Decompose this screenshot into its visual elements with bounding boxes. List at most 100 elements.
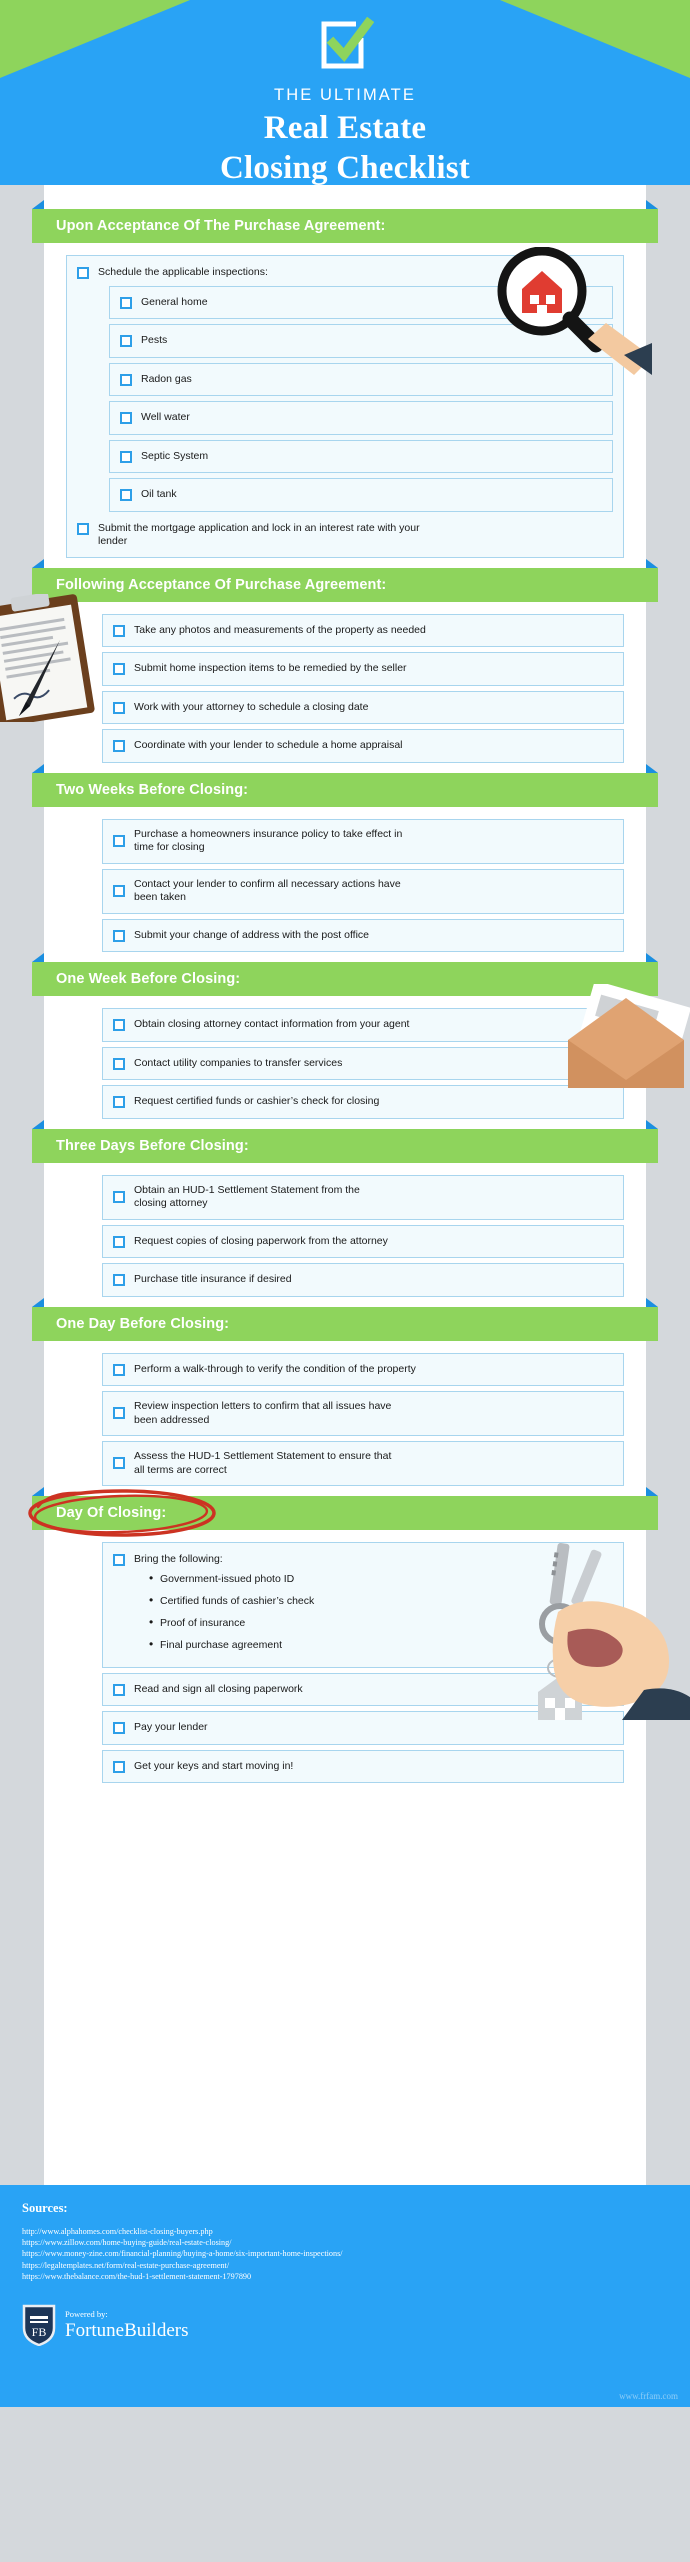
checklist-item[interactable]: Obtain an HUD-1 Settlement Statement fro… (102, 1174, 624, 1220)
checkbox-icon[interactable] (113, 1760, 125, 1773)
inspection-sub-items: General home Pests Radon gas Well water … (77, 285, 613, 512)
section-items: Obtain an HUD-1 Settlement Statement fro… (44, 1174, 646, 1297)
checklist-item[interactable]: Perform a walk-through to verify the con… (102, 1352, 624, 1386)
checkbox-icon[interactable] (113, 740, 125, 752)
checkbox-icon[interactable] (113, 1363, 125, 1376)
checklist-item[interactable]: General home (109, 285, 613, 319)
checkbox-icon[interactable] (113, 1190, 125, 1203)
header-corner-triangle-left (0, 0, 190, 78)
section-one-week: One Week Before Closing: Obtain closing … (32, 953, 690, 1119)
checklist-item-label: Take any photos and measurements of the … (134, 623, 426, 636)
checkbox-icon[interactable] (120, 489, 132, 501)
checklist-item[interactable]: Radon gas (109, 362, 613, 396)
checklist-item-label: Get your keys and start moving in! (134, 1759, 294, 1772)
checklist-item[interactable]: Take any photos and measurements of the … (102, 613, 624, 647)
checklist-item[interactable]: Read and sign all closing paperwork (102, 1672, 624, 1706)
ribbon-fold-right (646, 953, 658, 962)
checkbox-icon[interactable] (113, 1019, 125, 1031)
checklist-item[interactable]: Bring the following: (113, 1553, 613, 1567)
checklist-item[interactable]: Oil tank (109, 478, 613, 512)
checkbox-icon[interactable] (120, 296, 132, 309)
checkbox-icon[interactable] (113, 1096, 125, 1108)
checklist-item[interactable]: Get your keys and start moving in! (102, 1749, 624, 1783)
checkbox-icon[interactable] (77, 267, 89, 279)
checklist-item[interactable]: Review inspection letters to confirm tha… (102, 1391, 624, 1436)
section-items: Bring the following: Government-issued p… (44, 1542, 646, 1783)
checklist-item-label: Review inspection letters to confirm tha… (134, 1400, 392, 1426)
checkbox-icon[interactable] (113, 929, 125, 942)
checklist-item-label: Well water (141, 411, 190, 423)
checklist-item[interactable]: Septic System (109, 439, 613, 473)
checkbox-icon[interactable] (113, 1683, 125, 1696)
ribbon-fold-right (646, 1487, 658, 1496)
checkbox-icon[interactable] (77, 522, 89, 535)
checklist-card: Upon Acceptance Of The Purchase Agreemen… (0, 185, 690, 2185)
checklist-item[interactable]: Well water (109, 401, 613, 435)
checklist-item[interactable]: Request copies of closing paperwork from… (102, 1224, 624, 1258)
checklist-item[interactable]: Assess the HUD-1 Settlement Statement to… (102, 1441, 624, 1486)
checklist-item[interactable]: Coordinate with your lender to schedule … (102, 729, 624, 763)
checklist-item[interactable]: Pay your lender (102, 1711, 624, 1745)
ribbon-fold-right (646, 200, 658, 209)
checklist-item-label: Submit home inspection items to be remed… (134, 662, 407, 674)
checkbox-icon[interactable] (120, 450, 132, 463)
header-corner-triangle-right (500, 0, 690, 78)
checkbox-icon[interactable] (113, 1057, 125, 1070)
source-link[interactable]: https://www.zillow.com/home-buying-guide… (22, 2237, 668, 2248)
checklist-item[interactable]: Request certified funds or cashier’s che… (102, 1085, 624, 1119)
page-title-line2: Closing Checklist (219, 150, 470, 185)
checklist-item[interactable]: Schedule the applicable inspections: (77, 266, 613, 280)
checkbox-icon[interactable] (120, 335, 132, 347)
checklist-item-label: Purchase title insurance if desired (134, 1273, 292, 1285)
checkbox-icon[interactable] (120, 373, 132, 386)
ribbon-fold-left (32, 1487, 44, 1496)
checklist-item[interactable]: Work with your attorney to schedule a cl… (102, 690, 624, 724)
checkbox-icon[interactable] (113, 1235, 125, 1248)
source-link[interactable]: https://legaltemplates.net/form/real-est… (22, 2260, 668, 2271)
checkbox-icon[interactable] (113, 1554, 125, 1566)
checklist-item[interactable]: Purchase a homeowners insurance policy t… (102, 818, 624, 864)
checklist-item[interactable]: Obtain closing attorney contact informat… (102, 1008, 624, 1042)
source-link[interactable]: http://www.alphahomes.com/checklist-clos… (22, 2226, 668, 2237)
section-upon-acceptance: Upon Acceptance Of The Purchase Agreemen… (32, 200, 658, 558)
checklist-item-label: Request certified funds or cashier’s che… (134, 1095, 380, 1107)
source-link[interactable]: https://www.money-zine.com/financial-pla… (22, 2248, 668, 2259)
checkbox-icon[interactable] (113, 624, 125, 637)
checklist-item-label: Oil tank (141, 488, 177, 500)
checkbox-icon[interactable] (113, 1407, 125, 1419)
list-item: Government-issued photo ID (149, 1572, 613, 1586)
checkbox-icon[interactable] (120, 412, 132, 424)
checklist-item[interactable]: Contact your lender to confirm all neces… (102, 868, 624, 914)
checklist-group: Schedule the applicable inspections: Gen… (66, 255, 624, 558)
ribbon-fold-left (32, 1119, 44, 1129)
ribbon-fold-left (32, 953, 44, 962)
checklist-item[interactable]: Submit home inspection items to be remed… (102, 652, 624, 686)
checkbox-icon[interactable] (113, 1457, 125, 1469)
checklist-item[interactable]: Submit the mortgage application and lock… (77, 522, 613, 549)
bring-the-following-list: Government-issued photo ID Certified fun… (113, 1572, 613, 1652)
checklist-body: Upon Acceptance Of The Purchase Agreemen… (0, 185, 690, 2185)
section-title: Day Of Closing: (56, 1505, 167, 1521)
checkbox-icon[interactable] (113, 1274, 125, 1286)
svg-text:FB: FB (32, 2325, 47, 2339)
checklist-item[interactable]: Submit your change of address with the p… (102, 918, 624, 952)
checkbox-icon[interactable] (113, 834, 125, 847)
list-item: Final purchase agreement (149, 1638, 613, 1652)
section-banner: Following Acceptance Of Purchase Agreeme… (32, 567, 658, 602)
sources-heading: Sources: (22, 2201, 68, 2215)
infographic-header: THE ULTIMATE Real Estate Closing Checkli… (0, 0, 690, 185)
checklist-item[interactable]: Pests (109, 324, 613, 358)
checkbox-icon[interactable] (113, 884, 125, 897)
checkbox-icon[interactable] (113, 701, 125, 714)
checklist-item[interactable]: Purchase title insurance if desired (102, 1263, 624, 1297)
checkbox-icon[interactable] (113, 1722, 125, 1734)
section-items: Purchase a homeowners insurance policy t… (44, 818, 646, 952)
checklist-item-label: Submit the mortgage application and lock… (98, 521, 420, 548)
checkbox-icon[interactable] (113, 663, 125, 675)
checklist-item-label: Pests (141, 334, 168, 346)
checklist-item[interactable]: Contact utility companies to transfer se… (102, 1046, 624, 1080)
source-link[interactable]: https://www.thebalance.com/the-hud-1-set… (22, 2271, 668, 2282)
ribbon-fold-left (32, 1297, 44, 1307)
list-item: Certified funds of cashier’s check (149, 1594, 613, 1608)
section-banner: Two Weeks Before Closing: (32, 772, 658, 807)
